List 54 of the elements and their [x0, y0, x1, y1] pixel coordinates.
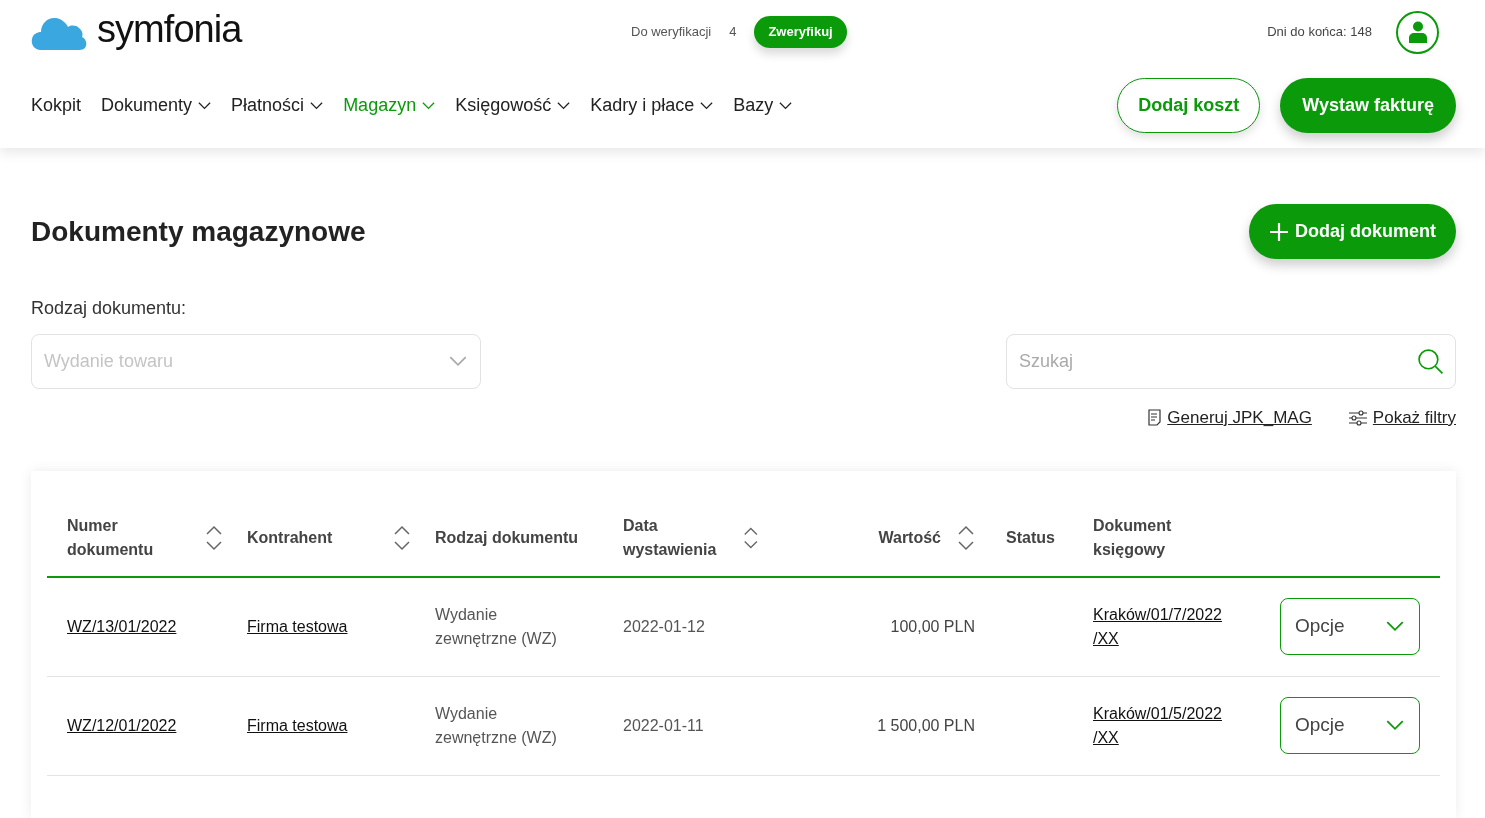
column-header: Numer dokumentu: [67, 516, 155, 560]
verify-label: Do weryfikacji: [631, 23, 712, 42]
chevron-down-icon: [1385, 621, 1405, 632]
column-header: Kontrahent: [247, 528, 333, 548]
table-cell: 2022-01-11: [623, 716, 704, 734]
logo-text: symfonia: [97, 10, 242, 48]
contractor-link[interactable]: Firma testowa: [247, 617, 348, 635]
nav-item[interactable]: Dokumenty: [101, 92, 212, 119]
filter-sliders-icon: [1347, 409, 1367, 426]
nav-item[interactable]: Kadry i płace: [590, 92, 714, 119]
verify-button[interactable]: Zweryfikuj: [754, 16, 847, 48]
table-cell-text: 100,00 PLN: [890, 616, 975, 637]
options-button[interactable]: Opcje: [1280, 697, 1420, 754]
sort-icon[interactable]: [393, 525, 411, 551]
nav-item[interactable]: Kokpit: [31, 92, 82, 119]
table-cell-text: Wydanie zewnętrzne (WZ): [435, 703, 558, 748]
type-label: Rodzaj dokumentu:: [31, 297, 187, 320]
user-avatar-button[interactable]: [1396, 10, 1439, 54]
sort-icon[interactable]: [957, 525, 975, 551]
action-link[interactable]: Generuj JPK_MAG: [1167, 405, 1312, 431]
column-header: Rodzaj dokumentu: [435, 528, 579, 548]
ledger-document-link[interactable]: Kraków/01/7/2022 /XX: [1093, 602, 1228, 651]
options-button[interactable]: Opcje: [1280, 598, 1420, 655]
column-header: Wartość: [878, 528, 941, 548]
page-title: Dokumenty magazynowe: [31, 214, 366, 249]
table-cell-text: Wydanie zewnętrzne (WZ): [435, 604, 558, 649]
table-cell: 2022-01-12: [623, 617, 705, 635]
search-icon: [1417, 348, 1444, 375]
column-header: Dokument księgowy: [1093, 516, 1173, 560]
document-icon: [1148, 409, 1162, 427]
nav-item[interactable]: Magazyn: [343, 92, 436, 119]
chevron-down-icon: [448, 356, 468, 367]
column-header: Status: [1006, 528, 1055, 548]
contractor-link[interactable]: Firma testowa: [247, 716, 348, 734]
issue-invoice-button[interactable]: Wystaw fakturę: [1280, 78, 1456, 133]
table-cell-text: 1 500,00 PLN: [877, 715, 975, 736]
add-document-button[interactable]: Dodaj dokument: [1249, 204, 1456, 259]
days-left-text: Dni do końca: 148: [1267, 23, 1372, 42]
nav-item[interactable]: Płatności: [231, 92, 324, 119]
document-number-link[interactable]: WZ/13/01/2022: [67, 617, 177, 635]
verify-count: 4: [729, 23, 737, 42]
sort-icon[interactable]: [743, 525, 759, 551]
nav-item[interactable]: Bazy: [733, 92, 793, 119]
action-link[interactable]: Pokaż filtry: [1372, 405, 1456, 431]
column-header: Data wystawienia: [623, 516, 718, 560]
add-cost-button[interactable]: Dodaj koszt: [1117, 78, 1261, 133]
ledger-document-link[interactable]: Kraków/01/5/2022 /XX: [1093, 701, 1228, 750]
nav-item[interactable]: Księgowość: [455, 92, 571, 119]
user-icon: [1407, 21, 1428, 43]
sort-icon[interactable]: [205, 525, 223, 551]
search-field[interactable]: Szukaj: [1006, 334, 1456, 389]
document-number-link[interactable]: WZ/12/01/2022: [67, 716, 177, 734]
chevron-down-icon: [1385, 720, 1405, 731]
plus-icon: [1269, 221, 1289, 242]
